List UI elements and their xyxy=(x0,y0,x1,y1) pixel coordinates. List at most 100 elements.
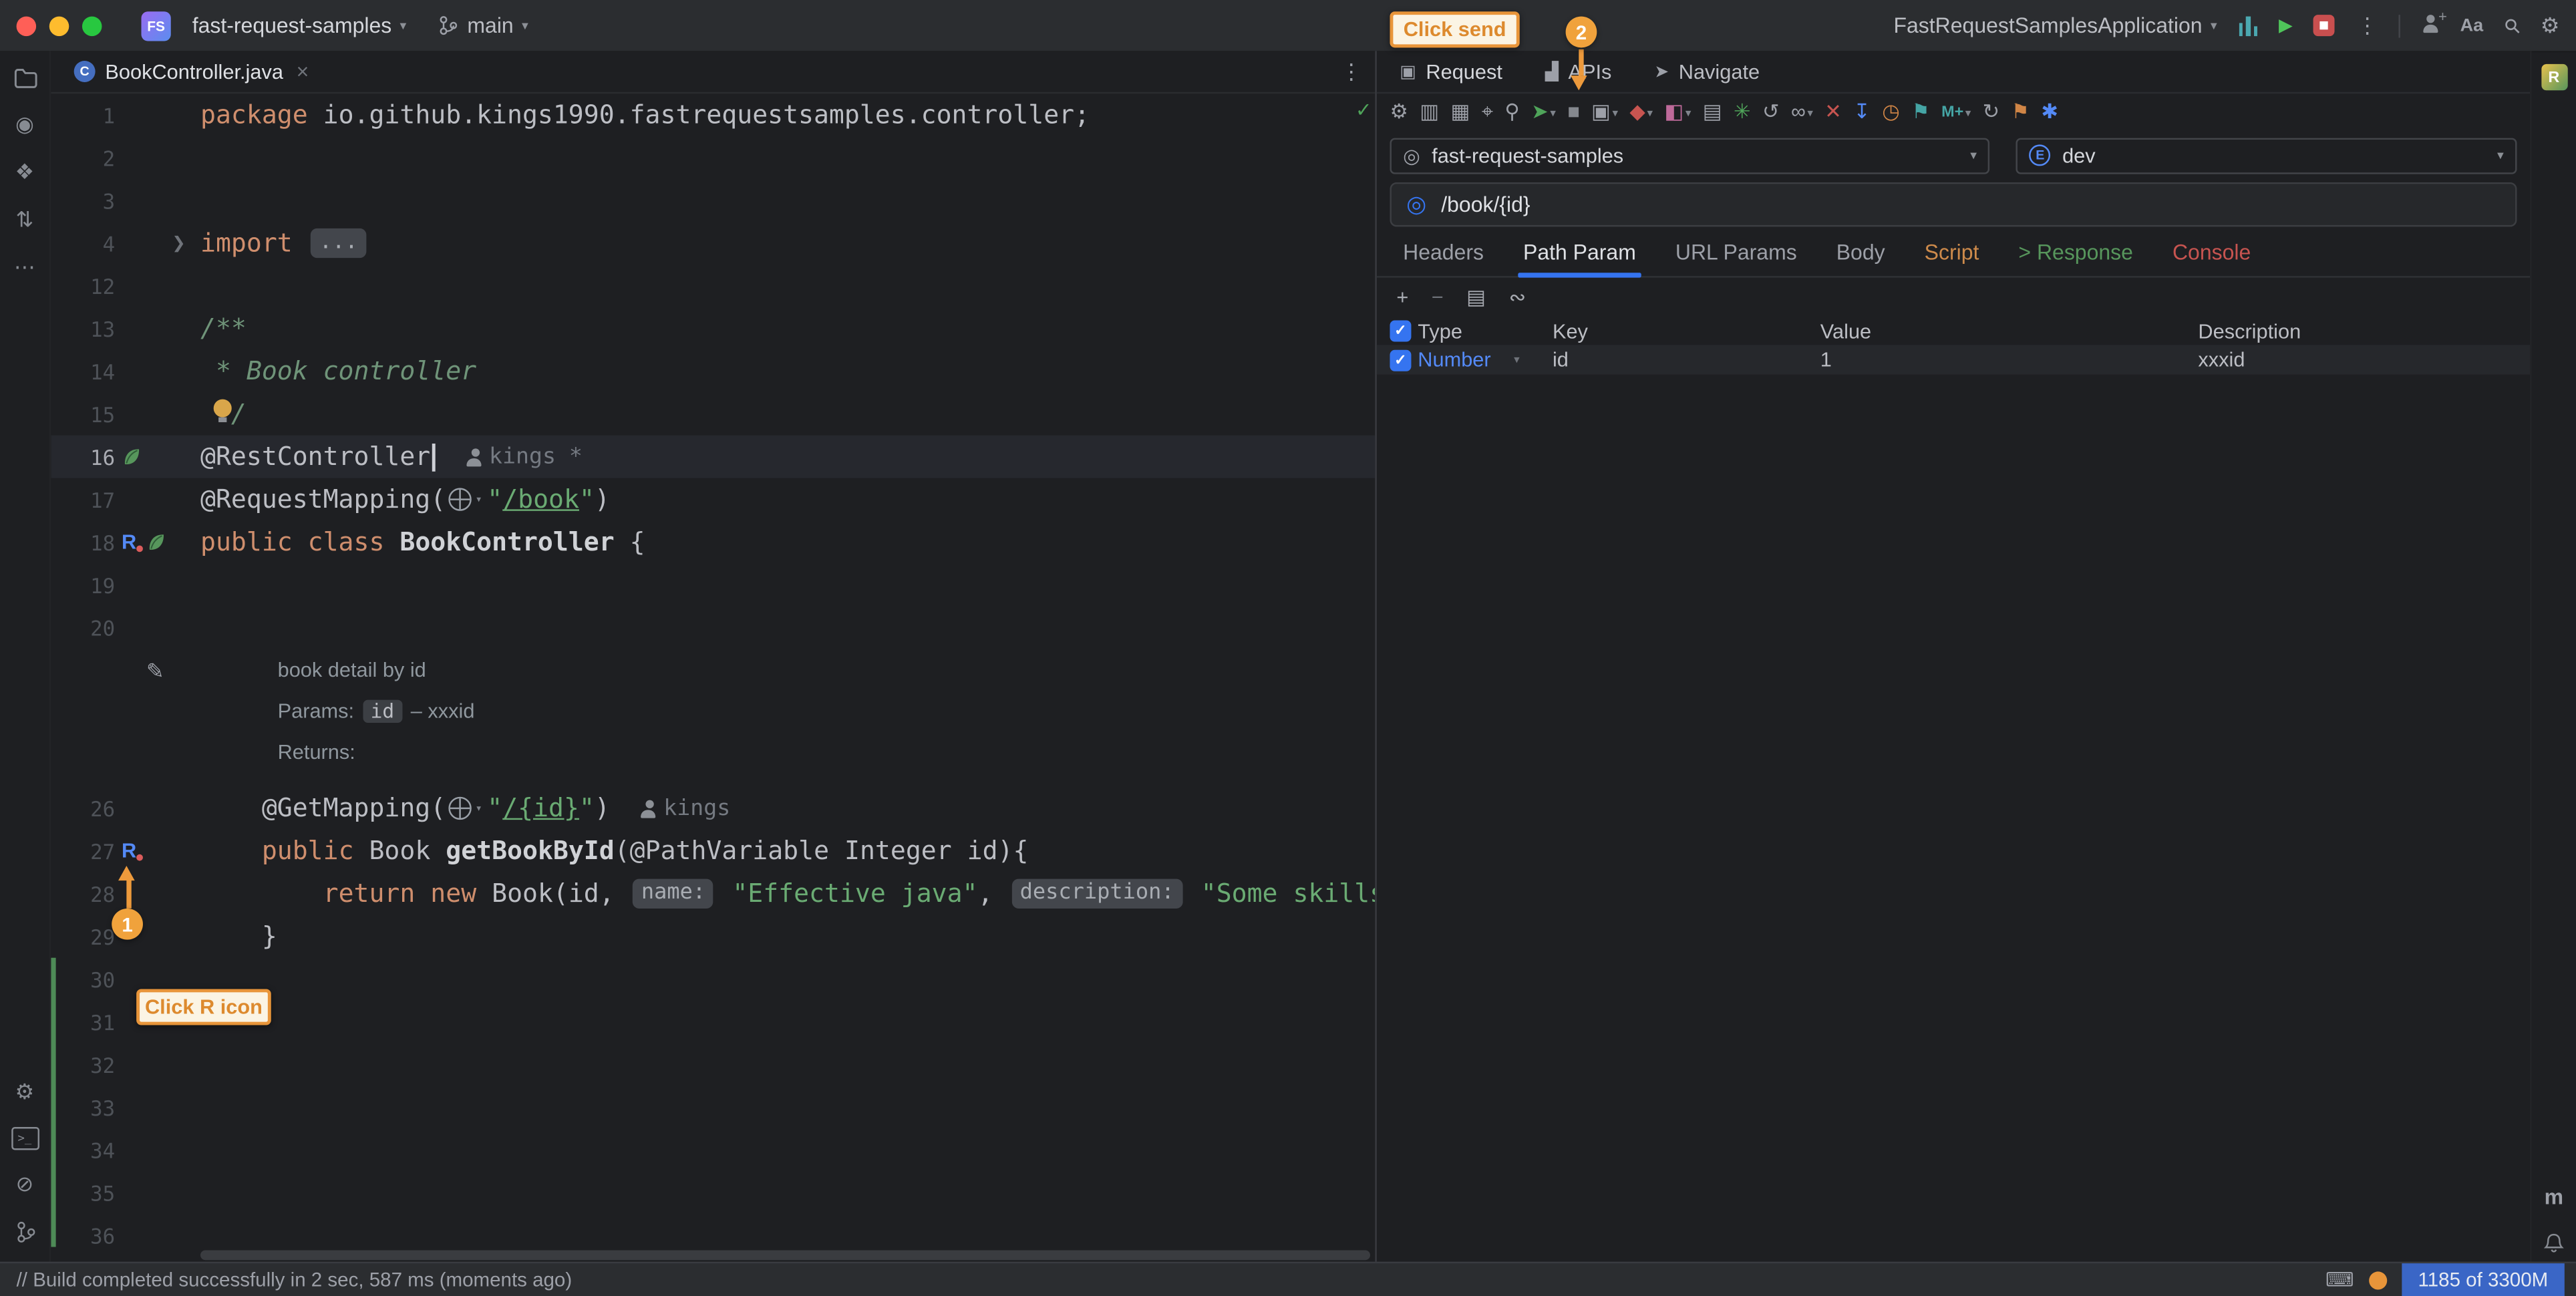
run-configuration-selector[interactable]: FastRequestSamplesApplication ▾ xyxy=(1893,13,2217,38)
tag-icon[interactable]: ⚑ xyxy=(1911,102,1930,123)
fold-arrow-icon[interactable]: ❯ xyxy=(172,234,186,252)
code-line-12[interactable]: 12 xyxy=(51,265,1375,307)
code-line-14[interactable]: 14 * Book controller xyxy=(51,350,1375,393)
settings-icon[interactable]: ⚙ xyxy=(2541,12,2560,38)
send-icon-group[interactable]: ➤▾ xyxy=(1531,102,1556,123)
history-icon[interactable]: ◷ xyxy=(1882,102,1900,123)
param-row[interactable]: ✓Number▾id1xxxid xyxy=(1377,345,2530,374)
search-everywhere-icon[interactable]: ⚲ xyxy=(2499,12,2525,39)
notification-badge[interactable] xyxy=(2369,1271,2387,1289)
edit-javadoc-icon[interactable]: ✎ xyxy=(146,659,164,685)
fast-request-r-icon[interactable]: R xyxy=(122,530,142,553)
tab-console[interactable]: Console xyxy=(2172,239,2251,264)
memory-indicator[interactable]: 1185 of 3300M xyxy=(2402,1263,2565,1296)
link-icon-group[interactable]: ∞▾ xyxy=(1791,102,1813,123)
translate-icon[interactable]: Aa xyxy=(2460,15,2484,35)
code-with-me-icon[interactable] xyxy=(2239,15,2257,35)
more-actions-icon[interactable]: ⋮ xyxy=(2357,12,2378,38)
version-control-icon[interactable] xyxy=(11,1219,37,1245)
stop-icon[interactable]: ■ xyxy=(1567,102,1580,123)
report-icon[interactable]: ▥ xyxy=(1420,102,1439,123)
notifications-icon[interactable] xyxy=(2543,1229,2565,1255)
code-line-1[interactable]: 1package io.github.kings1990.fastrequest… xyxy=(51,94,1375,136)
minimize-window-button[interactable] xyxy=(49,15,69,35)
inspections-ok-icon[interactable]: ✓ xyxy=(1355,99,1372,122)
collection-icon[interactable]: ▦ xyxy=(1451,102,1470,123)
refresh-icon[interactable]: ↻ xyxy=(1983,102,2000,123)
run-button[interactable]: ▶ xyxy=(2279,15,2293,36)
eraser-icon[interactable]: ◧ xyxy=(1664,102,1683,123)
code-line-16[interactable]: 16@RestController kings * xyxy=(51,436,1375,478)
horizontal-scrollbar[interactable] xyxy=(200,1250,1370,1260)
key-cell[interactable]: id xyxy=(1553,348,1820,371)
maven-toolwindow-icon[interactable]: m xyxy=(2545,1184,2563,1209)
clear-cookie-icon-group[interactable]: ◆▾ xyxy=(1629,102,1653,123)
value-cell[interactable]: 1 xyxy=(1820,348,2199,371)
maven-sync-icon[interactable]: M+ xyxy=(1941,105,1963,120)
settings-icon[interactable]: ⚙ xyxy=(1390,102,1408,123)
environment-select[interactable]: E dev ▾ xyxy=(2016,137,2517,173)
select-all-checkbox[interactable]: ✓ xyxy=(1377,321,1418,342)
url-globe-icon[interactable] xyxy=(449,797,472,820)
tab-request[interactable]: ▣ Request xyxy=(1400,60,1502,83)
beautify-icon[interactable]: ✳ xyxy=(1734,102,1751,123)
spring-bean-icon[interactable] xyxy=(122,447,142,467)
download-icon[interactable]: ↧ xyxy=(1853,102,1871,123)
structure-icon[interactable]: ❖ xyxy=(11,160,37,186)
eraser-icon-group[interactable]: ◧▾ xyxy=(1664,102,1691,123)
project-select[interactable]: ◎ fast-request-samples ▾ xyxy=(1390,137,1989,173)
plugin-icon[interactable]: ✱ xyxy=(2041,102,2058,123)
more-tool-windows-icon[interactable]: ⋯ xyxy=(11,255,37,281)
description-cell[interactable]: xxxid xyxy=(2198,348,2530,371)
tab-headers[interactable]: Headers xyxy=(1403,239,1484,264)
fast-request-r-icon[interactable]: R xyxy=(122,840,142,862)
code-line-33[interactable]: 33 xyxy=(51,1086,1375,1129)
undo-icon[interactable]: ↺ xyxy=(1762,102,1780,123)
editor-options-icon[interactable]: ⋮ xyxy=(1341,58,1362,84)
code-line-19[interactable]: 19 xyxy=(51,564,1375,607)
tab-navigate[interactable]: ➤ Navigate xyxy=(1654,60,1760,83)
row-checkbox[interactable]: ✓ xyxy=(1377,349,1418,371)
code-line-28[interactable]: 28 return new Book(id, name: "Effective … xyxy=(51,872,1375,915)
tab-script[interactable]: Script xyxy=(1925,239,1979,264)
maven-sync-icon-group[interactable]: M+▾ xyxy=(1941,105,1971,120)
save-icon[interactable]: ▣ xyxy=(1591,102,1611,123)
link-icon[interactable]: ∞ xyxy=(1791,102,1806,123)
url-field[interactable]: ◎ /book/{id} xyxy=(1390,182,2517,226)
config-icon[interactable]: ⌖ xyxy=(1482,102,1493,123)
code-line-2[interactable]: 2 xyxy=(51,136,1375,179)
code-line-34[interactable]: 34 xyxy=(51,1128,1375,1171)
project-folder-icon[interactable] xyxy=(11,64,37,90)
commit-icon[interactable]: ◉ xyxy=(11,112,37,138)
checkbox-checked-icon[interactable]: ✓ xyxy=(1390,321,1411,342)
remove-row-icon[interactable]: − xyxy=(1432,287,1444,308)
code-line-27[interactable]: 27R public Book getBookById(@PathVariabl… xyxy=(51,830,1375,872)
fast-request-toolwindow-icon[interactable]: R xyxy=(2541,64,2567,90)
tab-body[interactable]: Body xyxy=(1836,239,1885,264)
project-widget[interactable]: fast-request-samples ▾ xyxy=(181,6,418,45)
branch-widget[interactable]: main ▾ xyxy=(428,6,540,45)
device-icon[interactable]: ⌨ xyxy=(2325,1269,2354,1291)
code-line-29[interactable]: 29 } xyxy=(51,915,1375,958)
code-line-17[interactable]: 17@RequestMapping(▾"/book") xyxy=(51,478,1375,521)
copy-icon[interactable]: ▤ xyxy=(1703,102,1722,123)
code-line-35[interactable]: 35 xyxy=(51,1171,1375,1214)
code-line-32[interactable]: 32 xyxy=(51,1043,1375,1086)
type-select[interactable]: Number▾ xyxy=(1418,348,1553,371)
tab-path-param[interactable]: Path Param xyxy=(1523,239,1636,264)
spring-bean-icon[interactable] xyxy=(146,532,166,552)
pull-requests-icon[interactable]: ⇅ xyxy=(11,207,37,233)
save-icon-group[interactable]: ▣▾ xyxy=(1591,102,1618,123)
send-icon[interactable]: ➤ xyxy=(1531,102,1549,123)
code-line-20[interactable]: 20 xyxy=(51,606,1375,649)
code-line-18[interactable]: 18Rpublic class BookController { xyxy=(51,521,1375,564)
stop-button[interactable] xyxy=(2314,15,2336,36)
search-icon[interactable]: ⚲ xyxy=(1504,102,1520,123)
add-row-icon[interactable]: + xyxy=(1396,287,1408,308)
clear-cookie-icon[interactable]: ◆ xyxy=(1629,102,1645,123)
tab-bookcontroller-java[interactable]: C BookController.java × xyxy=(59,51,324,92)
code-line-3[interactable]: 3 xyxy=(51,179,1375,222)
bulk-edit-icon[interactable]: ∾ xyxy=(1509,287,1526,308)
intention-bulb-icon[interactable] xyxy=(214,399,232,422)
code-line-26[interactable]: 26 @GetMapping(▾"/{id}") kings xyxy=(51,787,1375,830)
